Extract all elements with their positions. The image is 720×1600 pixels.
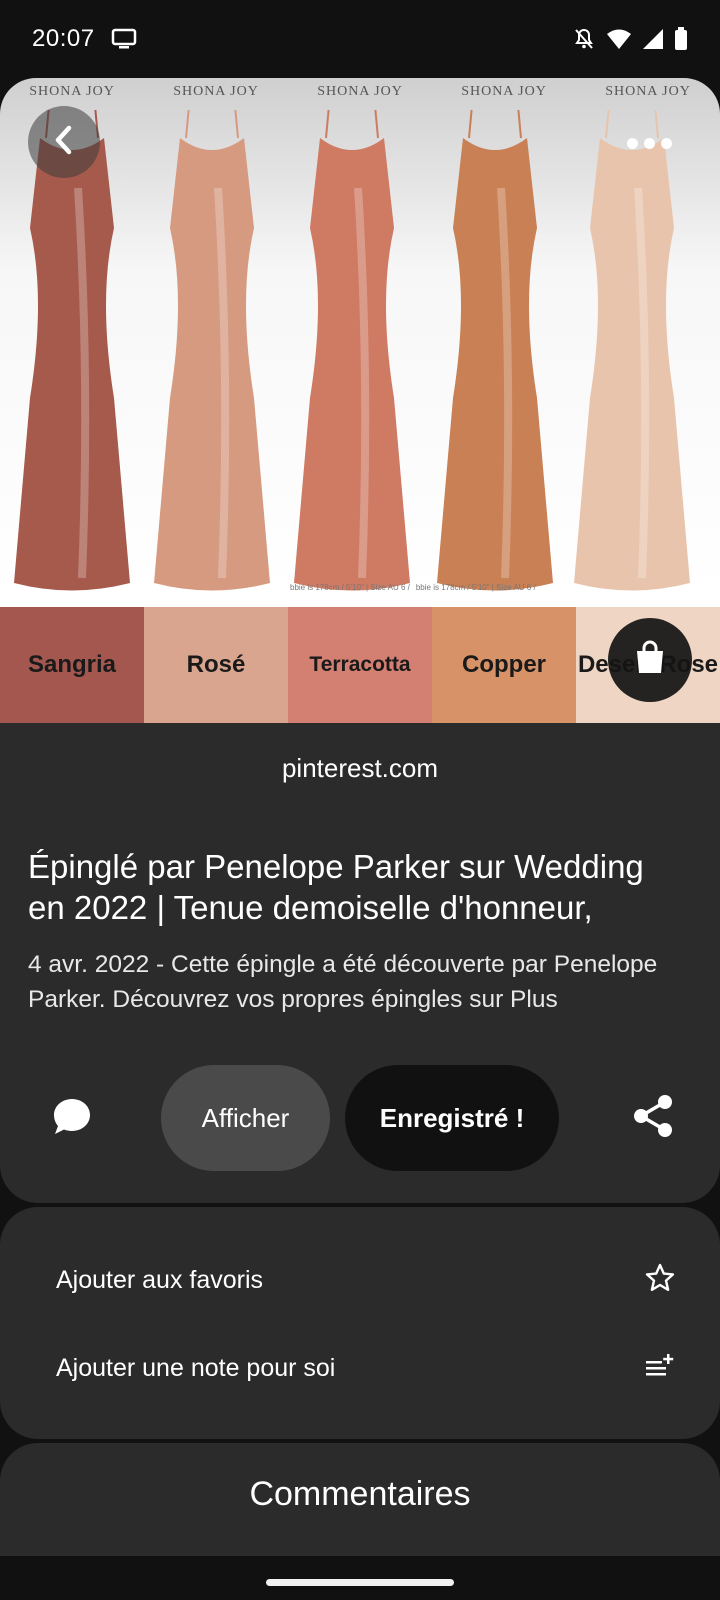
notifications-off-icon (572, 27, 596, 51)
more-icon (626, 137, 638, 149)
dress-strap (517, 109, 522, 139)
pin-description: 4 avr. 2022 - Cette épingle a été découv… (28, 951, 658, 1013)
saved-button[interactable]: Enregistré ! (345, 1065, 559, 1171)
status-icons (572, 27, 688, 51)
pin-image[interactable]: SHONA JOY SHONA JOY SHONA JOY SHONA JOY … (0, 78, 720, 723)
dress-photo (14, 109, 690, 591)
dress-shape (437, 138, 553, 591)
swatch-copper: Copper (432, 607, 576, 723)
dress-shape (294, 138, 410, 591)
pin-info-card: pinterest.com Épinglé par Penelope Parke… (0, 723, 720, 1203)
dress-shape (154, 138, 270, 591)
add-note-row[interactable]: Ajouter une note pour soi (56, 1338, 676, 1398)
add-to-favorites-label: Ajouter aux favoris (56, 1265, 264, 1294)
add-note-label: Ajouter une note pour soi (56, 1353, 336, 1382)
status-bar: 20:07 (0, 0, 720, 78)
afficher-button[interactable]: Afficher (161, 1065, 330, 1171)
swatch-rose: Rosé (144, 607, 288, 723)
options-card: Ajouter aux favoris Ajouter une note pou… (0, 1207, 720, 1439)
shopping-bag-icon (633, 640, 667, 681)
source-link[interactable]: pinterest.com (0, 753, 720, 784)
signal-icon (642, 28, 664, 50)
status-time: 20:07 (32, 25, 95, 52)
dress-strap (605, 109, 610, 139)
swatch-sangria: Sangria (0, 607, 144, 723)
battery-icon (674, 27, 688, 51)
cast-icon (111, 28, 137, 50)
brand-label: SHONA JOY (605, 84, 691, 99)
chevron-left-icon (50, 124, 78, 161)
brand-label: SHONA JOY (461, 84, 547, 99)
brand-label: SHONA JOY (29, 84, 115, 99)
dress-strap (374, 109, 379, 139)
back-button[interactable] (28, 106, 100, 178)
more-icon-dot (643, 137, 655, 149)
size-caption: bbie is 178cm / 5'10" | Size AU 6 / (415, 583, 536, 592)
brand-label-row: SHONA JOY SHONA JOY SHONA JOY SHONA JOY … (0, 84, 720, 100)
comment-icon (51, 1096, 93, 1143)
dress-strap (185, 109, 190, 139)
add-to-favorites-row[interactable]: Ajouter aux favoris (56, 1250, 676, 1310)
more-icon-dot (660, 137, 672, 149)
brand-label: SHONA JOY (173, 84, 259, 99)
add-note-icon (644, 1352, 676, 1385)
share-icon (632, 1094, 674, 1143)
star-outline-icon (644, 1262, 676, 1299)
dress-strap (234, 109, 239, 139)
wifi-icon (606, 28, 632, 50)
shop-button[interactable] (608, 618, 692, 702)
size-caption-row: bbie is 178cm / 5'10" | Size AU 6 / bbie… (290, 583, 536, 592)
dress-shape (574, 138, 690, 591)
brand-label: SHONA JOY (317, 84, 403, 99)
swatch-terracotta: Terracotta (288, 607, 432, 723)
share-button[interactable] (628, 1093, 678, 1143)
dress-strap (325, 109, 330, 139)
more-options-button[interactable] (614, 118, 684, 168)
dress-shape (14, 138, 130, 591)
comments-title: Commentaires (249, 1475, 471, 1513)
home-gesture-handle[interactable] (266, 1579, 454, 1586)
comment-button[interactable] (44, 1091, 100, 1147)
dress-strap (468, 109, 473, 139)
size-caption: bbie is 178cm / 5'10" | Size AU 6 / (290, 583, 410, 592)
system-nav-bar (0, 1556, 720, 1600)
pin-title: Épinglé par Penelope Parker sur Wedding … (28, 848, 644, 926)
